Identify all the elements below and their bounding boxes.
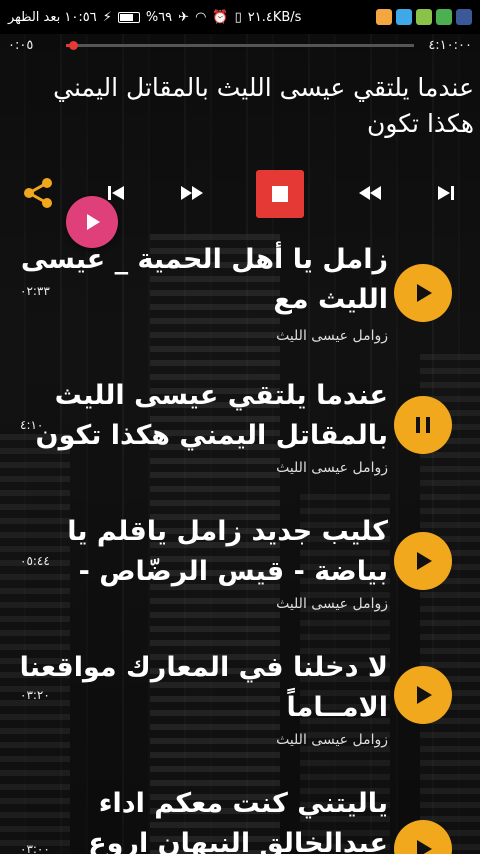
vibrate-icon: ▯ xyxy=(234,9,242,25)
app-notification-icon xyxy=(376,9,392,25)
total-duration: ٤:١٠:٠٠ xyxy=(428,37,472,53)
play-icon xyxy=(417,284,432,302)
track-play-button[interactable] xyxy=(394,532,452,590)
app-notification-icon xyxy=(436,9,452,25)
track-duration: ٤:١٠ xyxy=(20,418,44,432)
stop-button[interactable] xyxy=(256,170,304,218)
track-title: زامل يا أهل الحمية _ عيسى الليث مع xyxy=(20,244,388,315)
play-icon xyxy=(417,686,432,704)
fast-forward-icon xyxy=(181,186,203,200)
seek-bar[interactable] xyxy=(66,40,414,50)
facebook-icon xyxy=(456,9,472,25)
track-artist: زوامل عيسى الليث xyxy=(276,596,388,612)
track-artist: زوامل عيسى الليث xyxy=(276,732,388,748)
track-pause-button[interactable] xyxy=(394,396,452,454)
progress-row: ٠:٠٥ ٤:١٠:٠٠ xyxy=(0,34,480,56)
track-artist: زوامل عيسى الليث xyxy=(276,328,388,344)
wifi-icon: ◠ xyxy=(195,9,207,25)
rewind-icon xyxy=(359,186,381,200)
rewind-button[interactable] xyxy=(350,170,390,216)
play-icon xyxy=(417,552,432,570)
notification-icons xyxy=(376,9,472,25)
track-title: لا دخلنا في المعارك مواقعنا الامــاماً xyxy=(19,652,388,723)
app-notification-icon xyxy=(416,9,432,25)
alarm-icon: ⏰ xyxy=(212,9,229,25)
track-duration: ٠٣:٢٠ xyxy=(20,688,50,702)
track-title: كليب جديد زامل ياقلم يا بياضة - قيس الرض… xyxy=(67,516,388,587)
charging-icon: ⚡ xyxy=(102,9,112,25)
battery-icon xyxy=(117,11,140,23)
play-icon xyxy=(87,214,100,230)
track-duration: ٠٣:٠٠ xyxy=(20,842,50,854)
next-button[interactable] xyxy=(426,170,466,216)
fast-forward-button[interactable] xyxy=(172,170,212,216)
share-button[interactable] xyxy=(16,170,60,216)
status-bar-left: ١٠:٥٦ بعد الظهر ⚡ %٦٩ ✈ ◠ ⏰ ▯ ٢١.٤KB/s xyxy=(8,10,301,25)
play-icon xyxy=(417,840,432,854)
track-play-button[interactable] xyxy=(394,264,452,322)
status-bar: ١٠:٥٦ بعد الظهر ⚡ %٦٩ ✈ ◠ ⏰ ▯ ٢١.٤KB/s xyxy=(0,0,480,34)
track-duration: ٠٢:٣٣ xyxy=(20,284,50,298)
elapsed-time: ٠:٠٥ xyxy=(8,37,34,53)
skip-previous-icon xyxy=(108,186,124,200)
share-icon xyxy=(24,178,52,208)
stop-icon xyxy=(272,186,288,202)
network-speed: ٢١.٤KB/s xyxy=(247,9,302,25)
status-time: ١٠:٥٦ بعد الظهر xyxy=(8,9,97,25)
airplane-icon: ✈ xyxy=(178,9,190,25)
track-play-button[interactable] xyxy=(394,666,452,724)
track-title: ياليتني كنت معكم اداء عبدالخالق النبهان … xyxy=(88,788,388,854)
skip-next-icon xyxy=(438,186,454,200)
track-artist: زوامل عيسى الليث xyxy=(276,460,388,476)
pause-icon xyxy=(416,417,430,433)
battery-level: %٦٩ xyxy=(145,9,173,25)
app-notification-icon xyxy=(396,9,412,25)
track-title: عندما يلتقي عيسى الليث بالمقاتل اليمني ه… xyxy=(35,380,388,451)
seek-bar-handle[interactable] xyxy=(68,40,78,50)
track-duration: ٠٥:٤٤ xyxy=(20,554,50,568)
now-playing-title: عندما يلتقي عيسى الليث بالمقاتل اليمني ه… xyxy=(53,73,474,138)
